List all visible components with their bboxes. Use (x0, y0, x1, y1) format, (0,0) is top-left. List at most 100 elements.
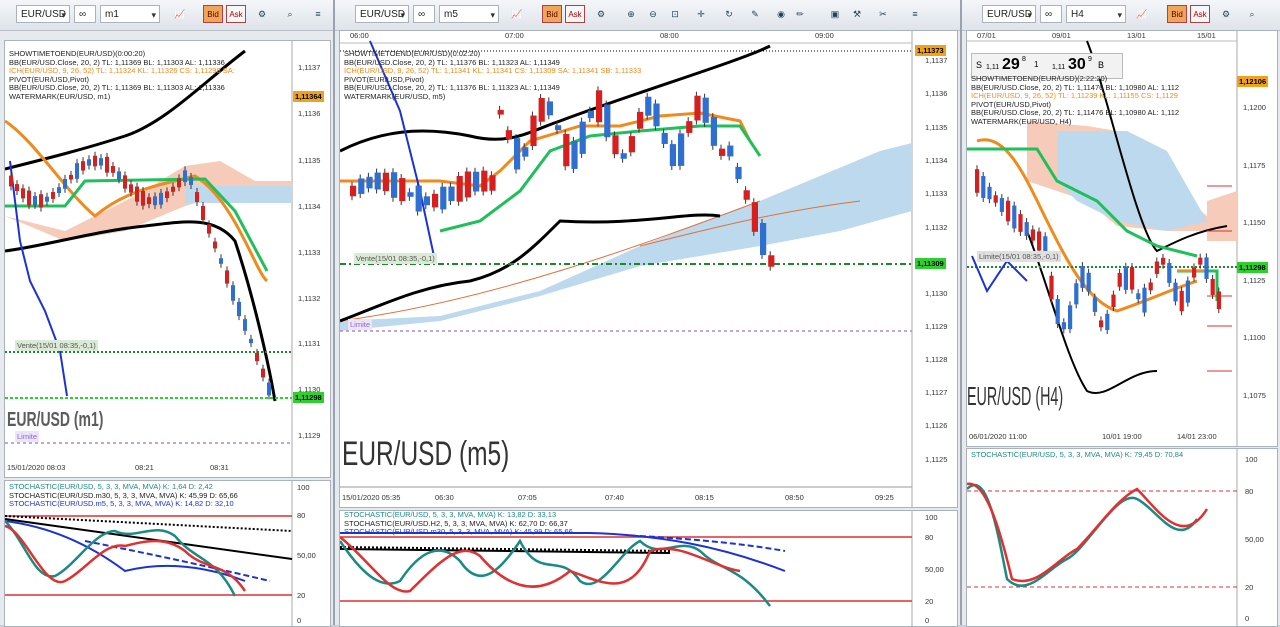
candle (15, 184, 19, 192)
indicators-icon[interactable]: ⚙ (1216, 5, 1236, 23)
x-tick: 10/01 19:00 (1102, 432, 1142, 441)
buy-price-sup: 9 (1088, 56, 1092, 63)
candle (111, 166, 115, 173)
y-tick: 1,1130 (925, 289, 948, 298)
stochastic-chart[interactable]: STOCHASTIC(EUR/USD, 5, 3, 3, MVA, MVA) K… (339, 510, 958, 627)
stochastic-legend: STOCHASTIC(EUR/USD, 5, 3, 3, MVA, MVA) K… (971, 450, 1183, 460)
zoom-icon[interactable]: ⌕ (1242, 5, 1262, 23)
chart-style-icon[interactable]: 📈 (170, 5, 190, 23)
candle (1105, 313, 1110, 331)
chart-style-icon[interactable]: 📈 (507, 5, 527, 23)
zoom-icon[interactable]: ⌕ (280, 5, 300, 23)
candle (1030, 229, 1035, 241)
price-tag-top: 1,11373 (915, 45, 946, 56)
candle (1142, 287, 1147, 313)
y-tick: 80 (925, 533, 934, 542)
candle (135, 186, 139, 202)
symbol-value: EUR/USD (360, 9, 406, 20)
indicators-icon[interactable]: ⚙ (591, 5, 611, 23)
properties-icon[interactable]: ⚒ (847, 5, 867, 23)
candle (1012, 205, 1017, 229)
candle (1161, 257, 1166, 265)
menu-icon[interactable]: ≡ (308, 5, 328, 23)
candle (993, 195, 998, 203)
order-label[interactable]: Vente(15/01 08:35,-0,1) (15, 340, 98, 351)
y-tick: 1,1200 (1243, 103, 1266, 112)
timeframe-select[interactable]: H4 ▾ (1066, 5, 1126, 23)
candle (1055, 298, 1060, 325)
sell-label: S (976, 60, 983, 70)
zoom-in-icon[interactable]: ⊕ (621, 5, 641, 23)
candle (555, 125, 562, 131)
candle (195, 192, 199, 202)
candle (620, 153, 627, 159)
buy-label: B (1098, 60, 1105, 70)
symbol-select[interactable]: EUR/USD ▾ (982, 5, 1036, 23)
limit-label[interactable]: Limite (15, 431, 40, 442)
bid-button[interactable]: Bid (1167, 5, 1187, 23)
price-chart[interactable]: SHOWTIMETOEND(EUR/USD)(0:00:20) BB(EUR/U… (4, 40, 331, 478)
candle (456, 175, 463, 202)
ask-button[interactable]: Ask (226, 5, 246, 23)
candle (231, 285, 235, 301)
symbol-select[interactable]: EUR/USD ▾ (355, 5, 409, 23)
stochastic-chart[interactable]: STOCHASTIC(EUR/USD, 5, 3, 3, MVA, MVA) K… (4, 480, 331, 627)
bid-button[interactable]: Bid (542, 5, 562, 23)
crosshair-icon[interactable]: ✛ (691, 5, 711, 23)
candle (505, 130, 512, 140)
bid-button[interactable]: Bid (203, 5, 223, 23)
y-tick: 1,1131 (298, 339, 321, 348)
limit-label[interactable]: Limite (348, 319, 373, 330)
ask-button[interactable]: Ask (1190, 5, 1210, 23)
chart-type-select[interactable]: ∞ (74, 5, 96, 23)
stochastic-chart[interactable]: STOCHASTIC(EUR/USD, 5, 3, 3, MVA, MVA) K… (966, 448, 1278, 627)
tools-icon[interactable]: ✂ (873, 5, 893, 23)
candle (1130, 267, 1135, 290)
menu-icon[interactable]: ≡ (905, 5, 925, 23)
legend-line: WATERMARK(EUR/USD, H4) (971, 116, 1072, 126)
price-tag-top: 1,11364 (293, 91, 324, 102)
indicators-icon[interactable]: ⚙ (252, 5, 272, 23)
candle (207, 224, 211, 234)
price-chart[interactable]: 06:00 07:00 08:00 09:00 SHOWTIMETOEND(EU… (339, 30, 958, 508)
candle (243, 319, 247, 331)
candle (1179, 290, 1184, 312)
y-tick: 80 (297, 511, 306, 520)
pencil-icon[interactable]: ✏ (790, 5, 810, 23)
timeframe-select[interactable]: m1 ▾ (100, 5, 160, 23)
candle (1123, 266, 1128, 290)
candle (497, 109, 504, 115)
candle (702, 97, 709, 123)
symbol-select[interactable]: EUR/USD ▾ (16, 5, 70, 23)
image-icon[interactable]: ▣ (825, 5, 845, 23)
chart-style-icon[interactable]: 📈 (1132, 5, 1152, 23)
y-tick: 100 (1245, 455, 1258, 464)
chevron-down-icon: ▾ (490, 10, 495, 20)
y-tick: 1,1133 (298, 248, 321, 257)
candle (1068, 305, 1073, 330)
fit-icon[interactable]: ⊡ (665, 5, 685, 23)
candle (201, 205, 205, 221)
price-tag-current: 1,11298 (293, 392, 324, 403)
price-chart[interactable]: 07/01 09/01 13/01 15/01 S 1,11 29 8 1 1,… (966, 30, 1278, 447)
zoom-out-icon[interactable]: ⊖ (643, 5, 663, 23)
watermark: EUR/USD (H4) (967, 381, 1064, 411)
stochastic-plot (967, 449, 1238, 626)
candle (261, 368, 265, 378)
refresh-icon[interactable]: ↻ (719, 5, 739, 23)
candle (141, 191, 145, 206)
chart-type-select[interactable]: ∞ (1040, 5, 1062, 23)
screenshot-icon[interactable]: ◉ (771, 5, 791, 23)
candle (1167, 262, 1172, 283)
order-label[interactable]: Vente(15/01 08:35,-0,1) (354, 253, 437, 264)
stochastic-legend: STOCHASTIC(EUR/USD, 5, 3, 3, MVA, MVA) K… (344, 510, 573, 537)
candle (686, 121, 693, 133)
candle (57, 187, 61, 194)
candle (571, 140, 578, 169)
order-label[interactable]: Limite(15/01 08:35,-0,1) (977, 251, 1061, 262)
draw-icon[interactable]: ✎ (745, 5, 765, 23)
candle (645, 96, 652, 116)
chart-type-select[interactable]: ∞ (413, 5, 435, 23)
ask-button[interactable]: Ask (565, 5, 585, 23)
timeframe-select[interactable]: m5 ▾ (439, 5, 499, 23)
